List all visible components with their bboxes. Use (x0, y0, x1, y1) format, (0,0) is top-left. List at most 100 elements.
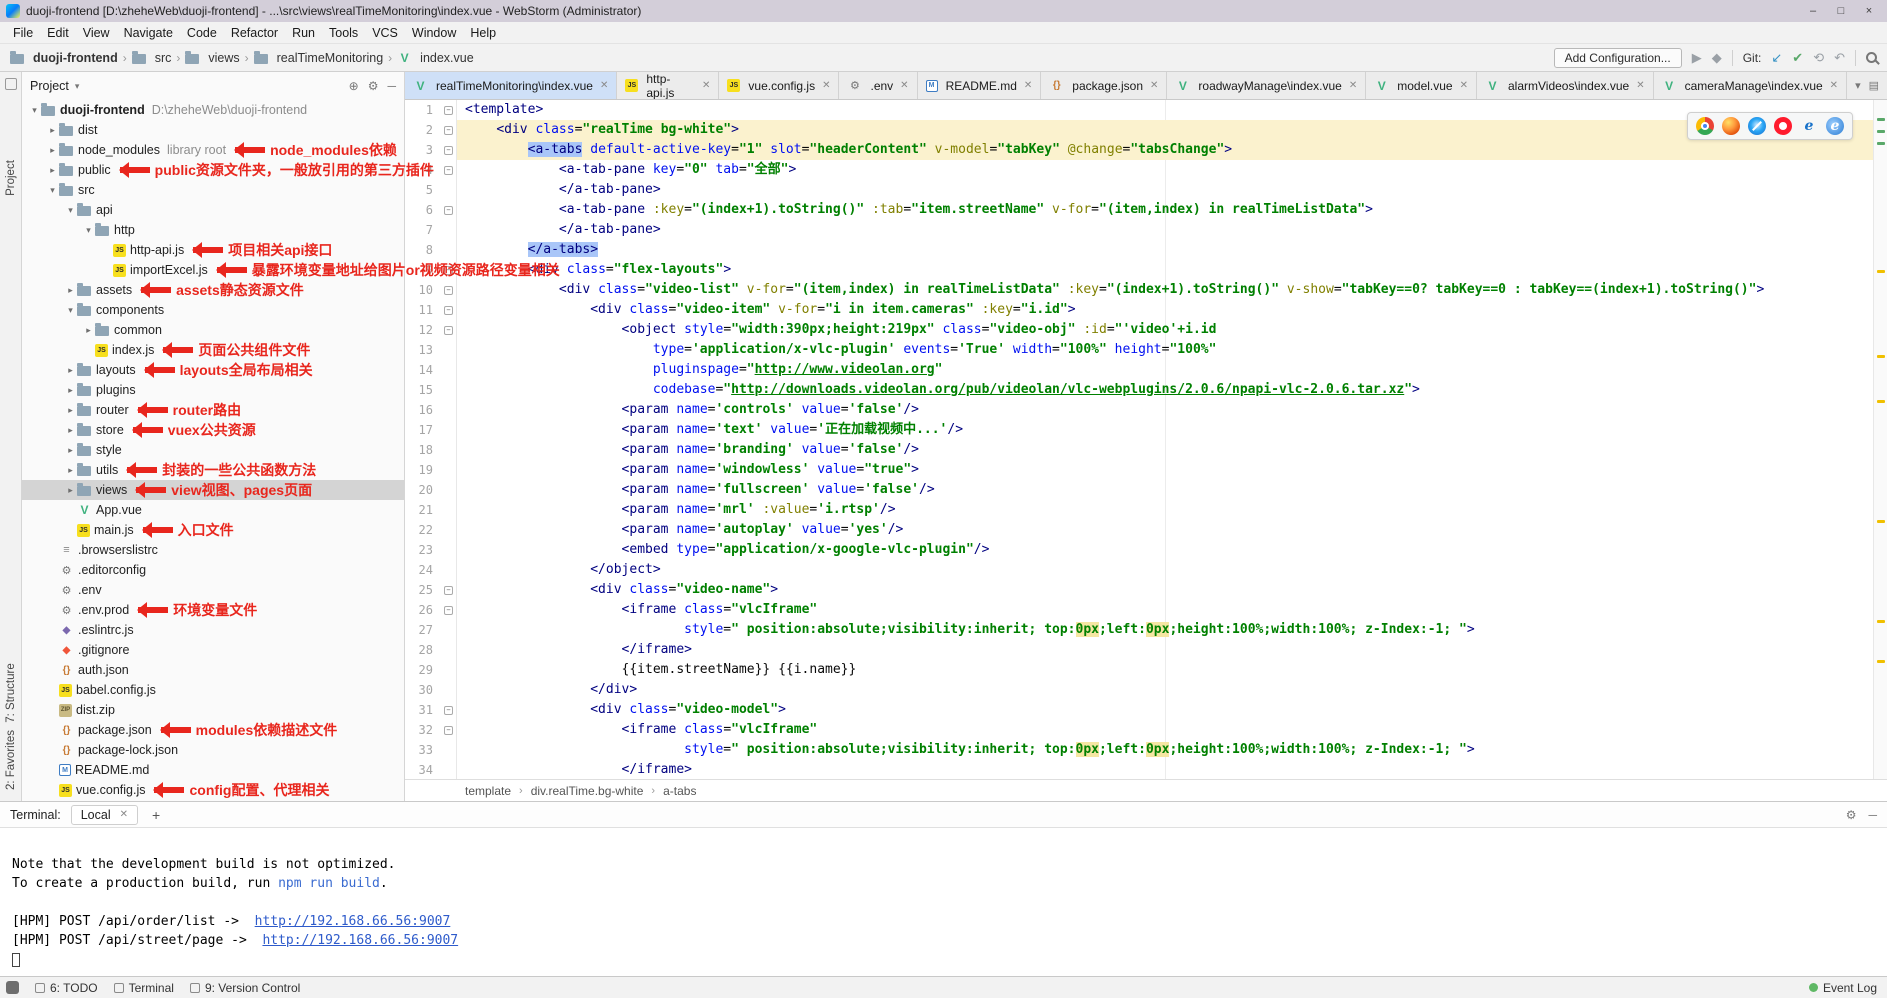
code-editor[interactable]: 1<template>2 <div class="realTime bg-whi… (405, 100, 1887, 779)
code-line[interactable]: 29 {{item.streetName}} {{i.name}} (405, 660, 1887, 680)
code-line[interactable]: 7 </a-tab-pane> (405, 220, 1887, 240)
statusbar-terminal[interactable]: Terminal (114, 981, 174, 995)
close-tab-icon[interactable]: ✕ (900, 80, 908, 91)
gear-icon[interactable]: ⚙ (1846, 808, 1857, 822)
tree-item-.browserslistrc[interactable]: ≡.browserslistrc (22, 540, 404, 560)
tree-item-store[interactable]: ▸storevuex公共资源 (22, 420, 404, 440)
chevron-right-icon[interactable]: ▸ (46, 165, 59, 176)
breadcrumb-item[interactable]: realTimeMonitoring (254, 51, 384, 65)
menu-item-vcs[interactable]: VCS (365, 24, 405, 42)
menu-item-navigate[interactable]: Navigate (117, 24, 180, 42)
fold-icon[interactable] (444, 306, 453, 315)
code-line[interactable]: 33 style=" position:absolute;visibility:… (405, 740, 1887, 760)
chrome-browser-icon[interactable] (1696, 117, 1714, 135)
fold-icon[interactable] (444, 586, 453, 595)
chevron-right-icon[interactable]: ▸ (64, 405, 77, 416)
stripe-favorites-label[interactable]: 2: Favorites (5, 730, 17, 790)
code-line[interactable]: 8 </a-tabs> (405, 240, 1887, 260)
close-button[interactable]: × (1855, 2, 1883, 20)
new-terminal-button[interactable]: + (148, 807, 164, 823)
maximize-button[interactable]: □ (1827, 2, 1855, 20)
tree-item-main.js[interactable]: JSmain.js入口文件 (22, 520, 404, 540)
code-line[interactable]: 22 <param name='autoplay' value='yes'/> (405, 520, 1887, 540)
close-tab-icon[interactable]: ✕ (1636, 80, 1644, 91)
code-line[interactable]: 13 type='application/x-vlc-plugin' event… (405, 340, 1887, 360)
fold-icon[interactable] (444, 286, 453, 295)
tree-item-App.vue[interactable]: VApp.vue (22, 500, 404, 520)
tree-item-api[interactable]: ▾api (22, 200, 404, 220)
close-tab-icon[interactable]: ✕ (1460, 80, 1468, 91)
code-line[interactable]: 6 <a-tab-pane :key="(index+1).toString()… (405, 200, 1887, 220)
editor-tab-cameraManage_index.vue[interactable]: VcameraManage\index.vue✕ (1654, 72, 1847, 99)
toolwindow-grid-icon[interactable] (5, 78, 17, 90)
history-icon[interactable]: ⟲ (1813, 50, 1824, 66)
chevron-down-icon[interactable]: ▾ (28, 105, 41, 116)
tree-item-.env.prod[interactable]: ⚙.env.prod环境变量文件 (22, 600, 404, 620)
code-line[interactable]: 34 </iframe> (405, 760, 1887, 779)
close-tab-icon[interactable]: ✕ (120, 809, 128, 820)
chevron-right-icon[interactable]: ▸ (64, 445, 77, 456)
code-line[interactable]: 12 <object style="width:390px;height:219… (405, 320, 1887, 340)
chevron-down-icon[interactable]: ▾ (82, 225, 95, 236)
recent-files-icon[interactable]: ▤ (1869, 79, 1879, 92)
tree-item-node_modules[interactable]: ▸node_moduleslibrary rootnode_modules依赖 (22, 140, 404, 160)
code-line[interactable]: 26 <iframe class="vlcIframe" (405, 600, 1887, 620)
tree-item-assets[interactable]: ▸assetsassets静态资源文件 (22, 280, 404, 300)
chevron-right-icon[interactable]: ▸ (64, 485, 77, 496)
tree-item-http[interactable]: ▾http (22, 220, 404, 240)
tree-item-plugins[interactable]: ▸plugins (22, 380, 404, 400)
fold-icon[interactable] (444, 106, 453, 115)
code-line[interactable]: 19 <param name='windowless' value="true"… (405, 460, 1887, 480)
code-line[interactable]: 2 <div class="realTime bg-white"> (405, 120, 1887, 140)
git-update-icon[interactable]: ↙ (1771, 50, 1782, 66)
chevron-right-icon[interactable]: ▸ (82, 325, 95, 336)
statusbar-toolwindows[interactable] (6, 981, 19, 994)
rollback-icon[interactable]: ↶ (1834, 50, 1845, 66)
close-tab-icon[interactable]: ✕ (1349, 80, 1357, 91)
firefox-browser-icon[interactable] (1722, 117, 1740, 135)
terminal-tab-local[interactable]: Local✕ (71, 805, 138, 825)
chevron-down-icon[interactable]: ▾ (75, 81, 80, 92)
opera-browser-icon[interactable] (1774, 117, 1792, 135)
breadcrumb-item[interactable]: src (132, 51, 172, 65)
editor-tab-roadwayManage_index.vue[interactable]: VroadwayManage\index.vue✕ (1167, 72, 1366, 99)
tree-item-.editorconfig[interactable]: ⚙.editorconfig (22, 560, 404, 580)
menu-item-view[interactable]: View (76, 24, 117, 42)
tree-item-package.json[interactable]: {}package.jsonmodules依赖描述文件 (22, 720, 404, 740)
menu-item-code[interactable]: Code (180, 24, 224, 42)
editor-tab-.env[interactable]: ⚙.env✕ (839, 72, 917, 99)
chevron-right-icon[interactable]: ▸ (46, 145, 59, 156)
menu-item-tools[interactable]: Tools (322, 24, 365, 42)
tree-item-dist[interactable]: ▸dist (22, 120, 404, 140)
fold-icon[interactable] (444, 606, 453, 615)
tabs-list-icon[interactable]: ▾ (1855, 79, 1861, 92)
tree-item-.env[interactable]: ⚙.env (22, 580, 404, 600)
tree-item-public[interactable]: ▸publicpublic资源文件夹，一般放引用的第三方插件 (22, 160, 404, 180)
code-line[interactable]: 23 <embed type="application/x-google-vlc… (405, 540, 1887, 560)
gear-icon[interactable]: ⚙ (368, 79, 379, 93)
code-line[interactable]: 31 <div class="video-model"> (405, 700, 1887, 720)
chevron-right-icon[interactable]: ▸ (64, 425, 77, 436)
code-line[interactable]: 18 <param name='branding' value='false'/… (405, 440, 1887, 460)
breadcrumb-item[interactable]: duoji-frontend (10, 51, 118, 65)
code-line[interactable]: 32 <iframe class="vlcIframe" (405, 720, 1887, 740)
chevron-right-icon[interactable]: ▸ (64, 465, 77, 476)
code-line[interactable]: 27 style=" position:absolute;visibility:… (405, 620, 1887, 640)
chevron-right-icon[interactable]: ▸ (64, 365, 77, 376)
close-tab-icon[interactable]: ✕ (600, 80, 608, 91)
safari-browser-icon[interactable] (1748, 117, 1766, 135)
code-line[interactable]: 11 <div class="video-item" v-for="i in i… (405, 300, 1887, 320)
chevron-right-icon[interactable]: ▸ (64, 285, 77, 296)
stripe-structure-label[interactable]: 7: Structure (5, 663, 17, 722)
stripe-project-label[interactable]: Project (5, 160, 17, 196)
code-line[interactable]: 14 pluginspage="http://www.videolan.org" (405, 360, 1887, 380)
close-tab-icon[interactable]: ✕ (1150, 80, 1158, 91)
code-line[interactable]: 24 </object> (405, 560, 1887, 580)
editor-tab-http-api.js[interactable]: JShttp-api.js✕ (617, 72, 719, 99)
menu-item-file[interactable]: File (6, 24, 40, 42)
fold-icon[interactable] (444, 146, 453, 155)
breadcrumb-item[interactable]: Vindex.vue (397, 51, 474, 65)
code-line[interactable]: 16 <param name='controls' value='false'/… (405, 400, 1887, 420)
chevron-right-icon[interactable]: ▸ (46, 125, 59, 136)
breadcrumb-item[interactable]: views (185, 51, 239, 65)
